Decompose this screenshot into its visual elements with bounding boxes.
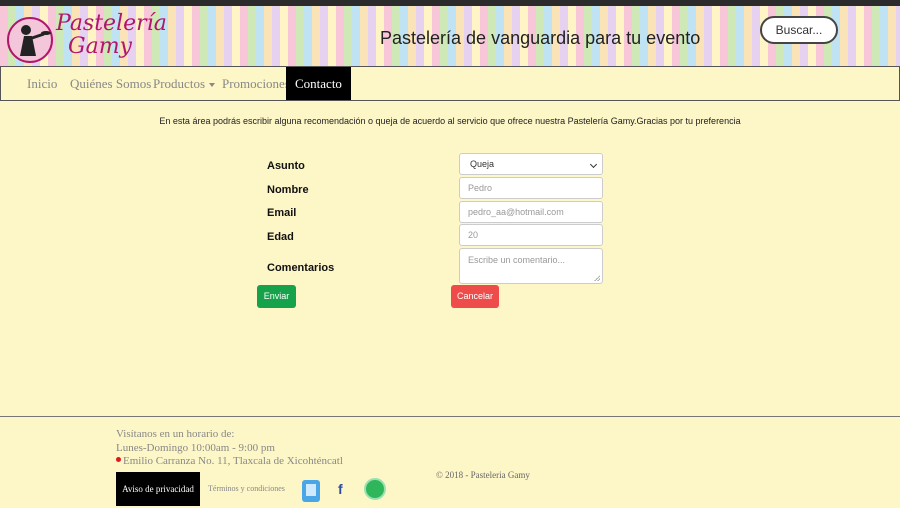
footer-address-text: Emilio Carranza No. 11, Tlaxcala de Xico…	[123, 455, 343, 467]
location-pin-icon	[116, 457, 121, 462]
nav-item-productos-label: Productos	[153, 76, 205, 91]
edad-field[interactable]: 20	[459, 224, 603, 246]
comentarios-field[interactable]: Escribe un comentario...	[459, 248, 603, 284]
footer-hours: Lunes-Domingo 10:00am - 9:00 pm	[116, 442, 275, 454]
send-button[interactable]: Enviar	[257, 285, 296, 308]
asunto-value: Queja	[470, 159, 495, 169]
nav-item-productos[interactable]: Productos	[153, 67, 215, 100]
chevron-down-icon	[589, 160, 598, 169]
privacy-button[interactable]: Aviso de privacidad	[116, 472, 200, 506]
footer-address: Emilio Carranza No. 11, Tlaxcala de Xico…	[116, 455, 343, 467]
email-field[interactable]: pedro_aa@hotmail.com	[459, 201, 603, 223]
footer-divider	[0, 416, 900, 417]
asunto-label: Asunto	[267, 160, 305, 172]
whatsapp-icon[interactable]	[364, 478, 386, 500]
facebook-icon[interactable]: f	[338, 482, 350, 496]
main-nav: Inicio Quiénes Somos Productos Promocion…	[0, 66, 900, 101]
logo-line2: Gamy	[68, 34, 132, 59]
logo[interactable]: Pastelería Gamy	[6, 10, 167, 66]
comentarios-placeholder: Escribe un comentario...	[468, 255, 566, 265]
intro-text: En esta área podrás escribir alguna reco…	[159, 116, 741, 126]
comentarios-label: Comentarios	[267, 262, 335, 274]
nombre-field[interactable]: Pedro	[459, 177, 603, 199]
asunto-select[interactable]: Queja	[459, 153, 603, 175]
header: Pastelería Gamy Pastelería de vanguardia…	[0, 6, 900, 67]
edad-label: Edad	[267, 231, 294, 243]
logo-text: Pastelería Gamy	[56, 12, 167, 58]
resize-handle-icon[interactable]	[594, 275, 600, 281]
nav-item-inicio[interactable]: Inicio	[27, 67, 57, 100]
footer-hours-title: Visítanos en un horario de:	[116, 428, 235, 440]
copyright: © 2018 - Pasteleria Gamy	[436, 470, 530, 480]
nav-item-contacto[interactable]: Contacto	[286, 67, 351, 100]
caret-down-icon	[209, 83, 215, 88]
chef-icon	[7, 17, 53, 63]
header-tagline: Pastelería de vanguardia para tu evento	[380, 28, 701, 48]
nav-item-promociones[interactable]: Promociones	[222, 67, 290, 100]
nav-item-quienes-somos[interactable]: Quiénes Somos	[70, 67, 151, 100]
email-label: Email	[267, 207, 297, 219]
phone-icon[interactable]	[302, 480, 320, 502]
cancel-button[interactable]: Cancelar	[451, 285, 499, 308]
nombre-label: Nombre	[267, 184, 309, 196]
logo-line1: Pastelería	[56, 11, 167, 36]
terms-link[interactable]: Términos y condiciones	[208, 484, 285, 493]
search-button[interactable]: Buscar...	[760, 16, 838, 44]
